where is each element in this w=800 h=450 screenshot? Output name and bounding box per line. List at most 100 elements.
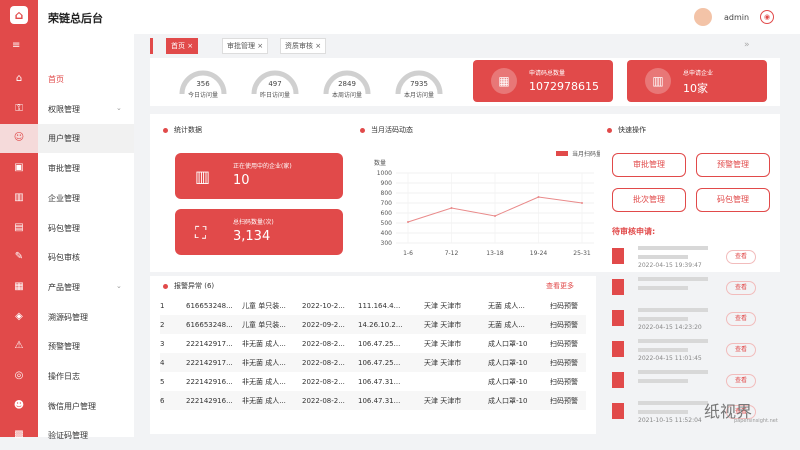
- table-cell: 616653248...: [186, 301, 233, 310]
- qr-icon: ▦: [491, 68, 517, 94]
- table-row[interactable]: 3 222142917... 非无菌 成人... 2022-08-2... 106.47…: [160, 334, 586, 353]
- pending-date: 2022-04-15 19:39:47: [638, 262, 702, 269]
- logout-icon[interactable]: ◉: [760, 10, 774, 24]
- sidebar-item[interactable]: ✎ 码包审核: [0, 243, 134, 272]
- app-title: 荣链总后台: [48, 12, 103, 25]
- sidebar-item[interactable]: ◈ 溯源码管理: [0, 303, 134, 332]
- gauge-label: 今日访问量: [187, 92, 218, 99]
- sidebar-item-label: 预警管理: [48, 342, 80, 352]
- sidebar-item-label: 微信用户管理: [48, 401, 96, 411]
- sidebar-item-label: 验证码管理: [48, 431, 88, 441]
- alarm-more-link[interactable]: 查看更多: [546, 281, 574, 291]
- quick-batch-button[interactable]: 批次管理: [612, 188, 686, 212]
- y-tick-label: 1000: [377, 170, 392, 177]
- table-row[interactable]: 5 222142916... 非无菌 成人... 2022-08-2... 106.47…: [160, 372, 586, 391]
- table-row[interactable]: 2 616653248... 儿童 单只装... 2022-09-2... 14.26.…: [160, 315, 586, 334]
- y-tick-label: 500: [381, 220, 393, 227]
- menu-toggle-icon[interactable]: ≡: [12, 40, 20, 51]
- wechat-user-icon: ☻: [13, 399, 25, 411]
- user-icon: ☺: [13, 132, 25, 144]
- table-cell: 非无菌 成人...: [242, 353, 302, 372]
- sidebar-item-label: 操作日志: [48, 372, 80, 381]
- view-button[interactable]: 查看: [726, 250, 756, 264]
- company-name: [638, 370, 708, 374]
- y-tick-label: 300: [381, 240, 393, 247]
- table-cell: 3: [160, 339, 165, 348]
- sidebar-item[interactable]: ▤ 码包管理: [0, 214, 134, 243]
- y-tick-label: 900: [381, 180, 393, 187]
- sidebar-item[interactable]: ⚠ 预警管理: [0, 332, 134, 361]
- view-button[interactable]: 查看: [726, 312, 756, 326]
- table-cell: 扫码预警: [550, 353, 586, 372]
- username[interactable]: admin: [724, 13, 749, 22]
- x-tick-label: 1-6: [403, 250, 413, 257]
- sidebar-item-label: 权限管理: [48, 104, 80, 114]
- table-cell: 106.47.25...: [358, 339, 401, 348]
- approve-icon: ▣: [14, 162, 24, 174]
- table-cell: 成人口罩-10: [488, 391, 550, 410]
- y-tick-label: 700: [381, 200, 393, 207]
- stat-card-label: 申请码总数量: [529, 70, 566, 77]
- sidebar-item[interactable]: ▩ 验证码管理: [0, 421, 134, 450]
- log-icon: ◎: [14, 370, 24, 381]
- sidebar-item[interactable]: ⚿ 权限管理 ⌄: [0, 95, 134, 124]
- audit-icon: ✎: [14, 251, 24, 263]
- table-cell: 2022-09-2...: [302, 315, 358, 334]
- gauge-label: 昨日访问量: [259, 92, 290, 99]
- sidebar-item[interactable]: ◎ 操作日志: [0, 362, 134, 391]
- sidebar-item[interactable]: ▦ 产品管理 ⌄: [0, 273, 134, 302]
- table-cell: 106.47.25...: [358, 353, 424, 372]
- data-point: [407, 221, 409, 223]
- view-button[interactable]: 查看: [726, 281, 756, 295]
- sidebar-item[interactable]: ▥ 企业管理: [0, 184, 134, 213]
- sidebar-item-label: 码包审核: [48, 253, 80, 263]
- sidebar-item[interactable]: ▣ 审批管理: [0, 154, 134, 183]
- company-name-line: [638, 410, 688, 414]
- x-tick-label: 19-24: [530, 250, 548, 257]
- table-cell: 111.164.4...: [358, 301, 401, 310]
- tabs-scroll-icon[interactable]: »: [744, 40, 750, 50]
- chart-title: 当月活码动态: [360, 125, 413, 135]
- sidebar-item[interactable]: ⌂ 首页: [0, 65, 134, 94]
- avatar[interactable]: [694, 8, 712, 26]
- stat-card-codes: ▦ 申请码总数量 1072978615: [473, 60, 613, 102]
- x-tick-label: 25-31: [573, 250, 591, 257]
- company-name: [638, 246, 708, 250]
- table-cell: 儿童 单只装...: [242, 315, 302, 334]
- tab-home[interactable]: 首页 ×: [166, 38, 199, 54]
- pending-date: 2021-10-15 11:52:04: [638, 417, 702, 424]
- pending-item: 2022-04-15 14:23:20 查看: [612, 308, 756, 340]
- sidebar-item-label: 企业管理: [48, 193, 80, 203]
- quick-approval-button[interactable]: 审批管理: [612, 153, 686, 177]
- table-cell: 天津 天津市: [424, 315, 488, 334]
- scan-icon: ⛶: [195, 223, 207, 242]
- building-icon: [612, 403, 624, 419]
- alarm-title: 报警异常 (6): [163, 281, 214, 291]
- table-cell: 成人口罩-10: [488, 339, 528, 348]
- tab-qualification[interactable]: 资质审核 ×: [280, 38, 327, 54]
- quick-alarm-button[interactable]: 预警管理: [696, 153, 770, 177]
- table-cell: 616653248...: [186, 315, 242, 334]
- table-row[interactable]: 6 222142916... 非无菌 成人... 2022-08-2... 106.47…: [160, 391, 586, 410]
- table-cell: 扫码预警: [550, 377, 578, 386]
- table-cell: 天津 天津市: [424, 391, 488, 410]
- table-row[interactable]: 1 616653248... 儿童 单只装... 2022-10-2... 111.16…: [160, 296, 586, 315]
- pending-item: 查看: [612, 277, 756, 309]
- table-cell: 天津 天津市: [424, 301, 462, 310]
- sidebar-item[interactable]: ☺ 用户管理: [0, 124, 134, 154]
- x-tick-label: 7-12: [445, 250, 459, 257]
- grid-icon: ▦: [14, 280, 24, 292]
- table-row[interactable]: 4 222142917... 非无菌 成人... 2022-08-2... 106.47…: [160, 353, 586, 372]
- view-button[interactable]: 查看: [726, 374, 756, 388]
- table-cell: 6: [160, 391, 186, 410]
- quick-package-button[interactable]: 码包管理: [696, 188, 770, 212]
- data-point: [450, 207, 453, 209]
- tab-approval[interactable]: 审批管理 ×: [222, 38, 269, 54]
- package-icon: ▤: [14, 221, 24, 233]
- sidebar-item[interactable]: ☻ 微信用户管理: [0, 392, 134, 421]
- table-cell: 222142916...: [186, 377, 233, 386]
- table-cell: 非无菌 成人...: [242, 377, 286, 386]
- building-icon: [612, 248, 624, 264]
- view-button[interactable]: 查看: [726, 343, 756, 357]
- pending-title: 待审核申请:: [612, 227, 656, 236]
